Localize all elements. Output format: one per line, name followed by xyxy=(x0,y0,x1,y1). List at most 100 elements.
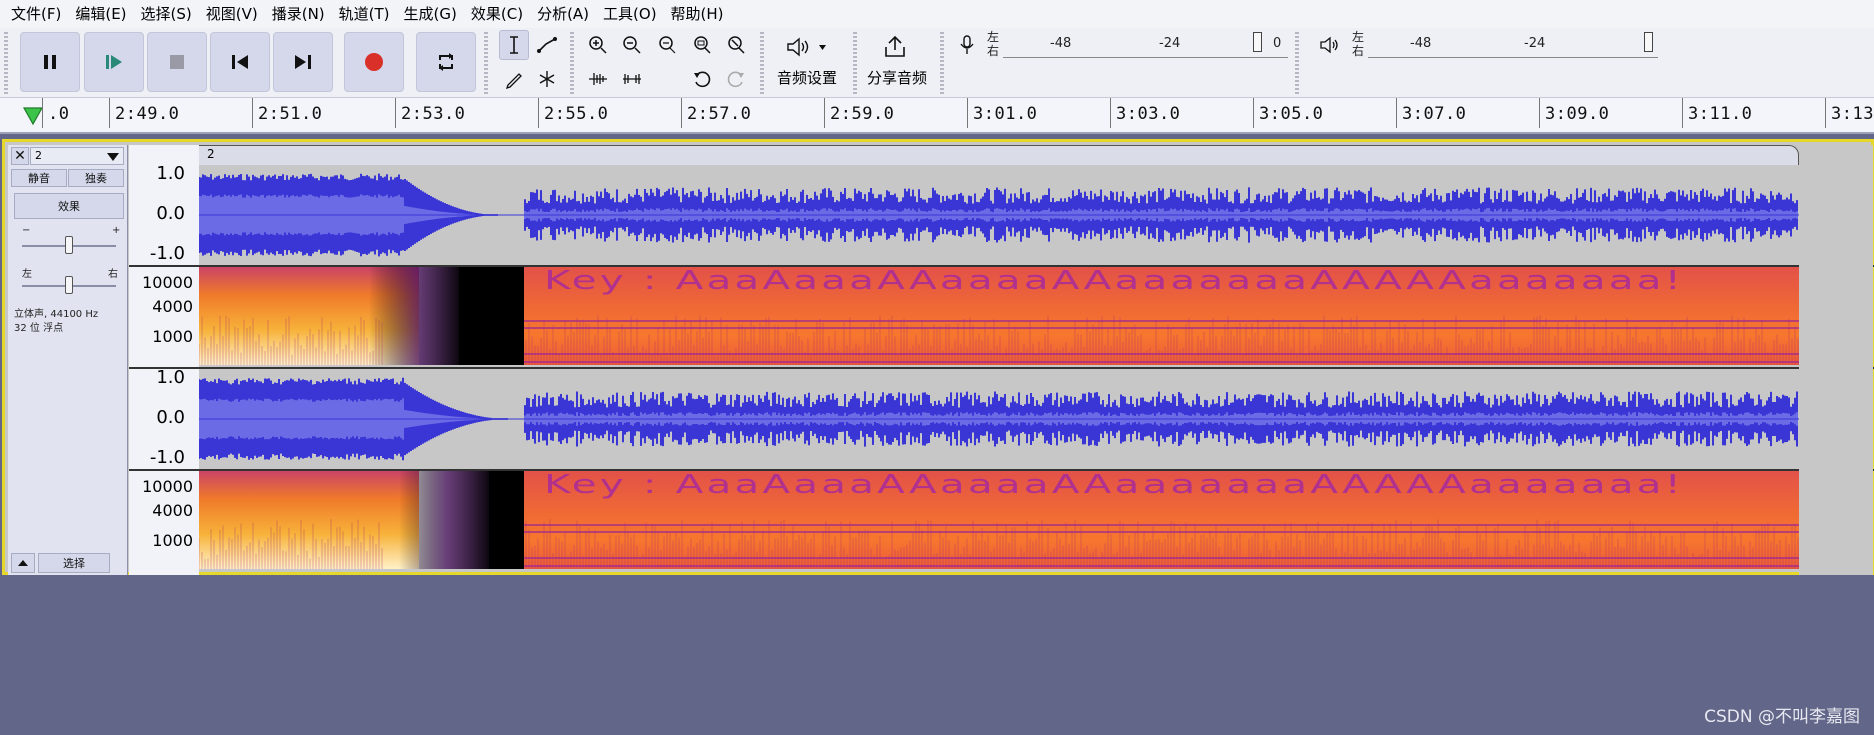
draw-tool-button[interactable] xyxy=(499,64,529,94)
scale-label: 4000 xyxy=(152,501,193,520)
undo-button[interactable] xyxy=(687,64,717,94)
track-menu-dropdown[interactable]: 2 xyxy=(30,147,124,165)
share-audio-button[interactable] xyxy=(880,32,910,62)
record-meter-tick: -48 xyxy=(1050,36,1072,51)
empty-track-area[interactable]: CSDN @不叫李嘉图 xyxy=(0,576,1874,735)
mute-button[interactable]: 静音 xyxy=(11,169,67,187)
ruler-tick-label: 2:57.0 xyxy=(680,98,752,128)
record-meter-button[interactable] xyxy=(952,30,982,60)
record-meter[interactable]: -48 -24 0 xyxy=(1003,30,1288,58)
selection-tool-button[interactable] xyxy=(499,30,529,60)
redo-button[interactable] xyxy=(721,64,751,94)
menu-item[interactable]: 帮助(H) xyxy=(664,0,731,28)
audio-setup-button[interactable] xyxy=(780,32,836,62)
trim-button[interactable] xyxy=(583,64,613,94)
chevron-down-icon xyxy=(107,153,119,161)
waveform-channel-right[interactable] xyxy=(199,369,1799,469)
audio-setup-label[interactable]: 音频设置 xyxy=(777,67,837,88)
track-area[interactable]: ✕ 2 静音 独奏 效果 − + 左 右 立体声, 44100 Hz 32 位 … xyxy=(0,136,1874,576)
zoom-fit-icon xyxy=(694,36,711,54)
channel-divider[interactable] xyxy=(129,367,1874,369)
toolbar-grip[interactable] xyxy=(940,32,944,94)
playback-meter[interactable]: -48 -24 xyxy=(1368,30,1658,58)
multi-tool-icon xyxy=(539,71,555,87)
effects-button[interactable]: 效果 xyxy=(14,193,124,219)
menu-item[interactable]: 视图(V) xyxy=(199,0,265,28)
close-track-button[interactable]: ✕ xyxy=(11,147,29,165)
scale-label: 1000 xyxy=(152,531,193,550)
play-button[interactable] xyxy=(84,32,144,92)
playback-meter-tick: -24 xyxy=(1524,36,1546,51)
gain-slider[interactable] xyxy=(65,236,73,254)
waveform-channel-left[interactable] xyxy=(199,165,1799,265)
playback-meter-slider[interactable] xyxy=(1644,32,1653,52)
clip-header[interactable]: 2 xyxy=(199,145,1799,165)
spectrogram-silence-region xyxy=(489,469,524,569)
menu-item[interactable]: 播录(N) xyxy=(265,0,332,28)
loop-button[interactable] xyxy=(416,32,476,92)
ruler-tick-label: 3:09.0 xyxy=(1538,98,1610,128)
solo-button[interactable]: 独奏 xyxy=(68,169,124,187)
zoom-in-button[interactable] xyxy=(583,30,613,60)
spectrogram-channel-left[interactable]: Key : AaaAaaaAAaaaaAAaaaaaaaAAAAAaaaaaaa… xyxy=(199,265,1799,365)
fit-project-button[interactable] xyxy=(687,30,717,60)
microphone-icon xyxy=(960,35,974,54)
skip-to-end-button[interactable] xyxy=(273,32,333,92)
vertical-scale[interactable]: 1.0 0.0 -1.0 10000 4000 1000 1.0 0.0 -1.… xyxy=(129,145,199,575)
view-divider xyxy=(129,265,1874,267)
collapse-track-button[interactable] xyxy=(11,553,35,573)
timeline-ruler[interactable]: .0 2:49.0 2:51.0 2:53.0 2:55.0 2:57.0 2:59.0 3:… xyxy=(0,98,1874,134)
audio-track[interactable]: ✕ 2 静音 独奏 效果 − + 左 右 立体声, 44100 Hz 32 位 … xyxy=(2,139,1874,575)
playback-meter-button[interactable] xyxy=(1315,30,1345,60)
pause-button[interactable] xyxy=(20,32,80,92)
multi-tool-button[interactable] xyxy=(532,64,562,94)
record-button[interactable] xyxy=(344,32,404,92)
menu-item[interactable]: 文件(F) xyxy=(4,0,68,28)
spectrogram-channel-right[interactable]: Key : AaaAaaaAAaaaaAAaaaaaaaAAAAAaaaaaaa… xyxy=(199,469,1799,569)
fit-selection-button[interactable] xyxy=(652,30,682,60)
skip-start-icon xyxy=(232,55,248,69)
spectrogram-band xyxy=(524,327,1799,329)
scale-label: 1000 xyxy=(152,327,193,346)
play-icon xyxy=(106,55,122,69)
toolbar-grip[interactable] xyxy=(760,32,764,94)
menu-item[interactable]: 分析(A) xyxy=(530,0,596,28)
select-track-button[interactable]: 选择 xyxy=(38,553,110,573)
silence-button[interactable] xyxy=(617,64,647,94)
skip-to-start-button[interactable] xyxy=(210,32,270,92)
menu-item[interactable]: 效果(C) xyxy=(464,0,530,28)
toolbar-grip[interactable] xyxy=(570,32,574,94)
spectrogram-band xyxy=(524,320,1799,322)
menu-item[interactable]: 工具(O) xyxy=(596,0,664,28)
speaker-dropdown-icon xyxy=(787,37,826,57)
ruler-tick-label: 2:59.0 xyxy=(823,98,895,128)
close-icon: ✕ xyxy=(14,148,26,164)
toolbar-grip[interactable] xyxy=(4,32,8,94)
stop-icon xyxy=(170,55,184,69)
record-meter-right-label: 右 xyxy=(987,44,1000,58)
menu-item[interactable]: 轨道(T) xyxy=(332,0,397,28)
speaker-icon xyxy=(1320,36,1338,54)
track-empty-region[interactable] xyxy=(1799,145,1873,575)
record-meter-slider[interactable] xyxy=(1253,32,1262,52)
stop-button[interactable] xyxy=(147,32,207,92)
ruler-tick-label: 3:05.0 xyxy=(1252,98,1324,128)
zoom-in-icon xyxy=(589,36,607,54)
record-meter-tick: 0 xyxy=(1273,36,1282,51)
spectrogram-band xyxy=(524,531,1799,533)
toolbar-grip[interactable] xyxy=(1295,32,1299,94)
menu-item[interactable]: 选择(S) xyxy=(134,0,199,28)
envelope-tool-button[interactable] xyxy=(532,30,562,60)
share-audio-label[interactable]: 分享音频 xyxy=(867,67,927,88)
spectrogram-fade-region xyxy=(369,265,464,365)
zoom-out-button[interactable] xyxy=(617,30,647,60)
play-head-marker-icon[interactable] xyxy=(22,105,44,127)
toolbar-grip[interactable] xyxy=(853,32,857,94)
zoom-toggle-icon xyxy=(728,36,745,54)
toolbar-grip[interactable] xyxy=(484,32,488,94)
zoom-toggle-button[interactable] xyxy=(721,30,751,60)
menu-item[interactable]: 编辑(E) xyxy=(68,0,133,28)
menu-item[interactable]: 生成(G) xyxy=(397,0,464,28)
pan-slider[interactable] xyxy=(65,276,73,294)
undo-icon xyxy=(694,71,711,88)
